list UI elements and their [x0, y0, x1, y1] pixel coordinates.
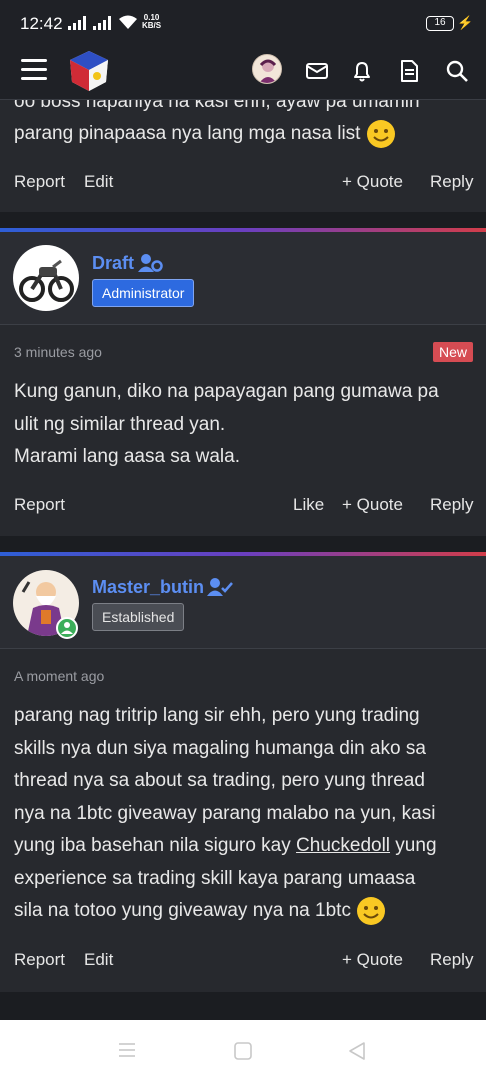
- report-button[interactable]: Report: [14, 172, 65, 192]
- reply-button[interactable]: Reply: [430, 495, 473, 515]
- report-button[interactable]: Report: [14, 495, 65, 515]
- quote-button[interactable]: + Quote: [342, 172, 403, 192]
- staff-user-icon: [138, 254, 163, 272]
- recent-apps-icon[interactable]: [118, 1042, 136, 1058]
- quote-button[interactable]: + Quote: [342, 495, 403, 515]
- smiley-emoji-icon: [357, 896, 386, 925]
- post-actions-2: Report Like + Quote Reply: [0, 491, 486, 521]
- post-header-separator: [0, 648, 486, 649]
- post-actions-3: Report Edit + Quote Reply: [0, 946, 486, 976]
- app-header: [0, 46, 486, 100]
- post-body-2: Kung ganun, diko na papayagan pang gumaw…: [14, 381, 439, 467]
- like-button[interactable]: Like: [293, 495, 324, 515]
- role-badge: Established: [92, 603, 185, 631]
- post-body-3: parang nag tritrip lang sir ehh, pero yu…: [14, 700, 476, 928]
- net-speed: 0.10 KB/S: [142, 13, 162, 30]
- username[interactable]: Master_butin: [92, 577, 204, 598]
- post-actions-1: Report Edit + Quote Reply: [0, 168, 486, 198]
- post-timestamp[interactable]: 3 minutes ago: [14, 344, 102, 360]
- search-icon[interactable]: [444, 58, 470, 84]
- edit-button[interactable]: Edit: [84, 172, 113, 192]
- reply-button[interactable]: Reply: [430, 172, 473, 192]
- post-separator: [0, 992, 486, 1020]
- post-timestamp[interactable]: A moment ago: [14, 668, 104, 684]
- post-separator: [0, 212, 486, 228]
- back-icon[interactable]: [348, 1041, 366, 1061]
- bell-icon[interactable]: [349, 58, 375, 84]
- home-icon[interactable]: [234, 1042, 252, 1060]
- document-icon[interactable]: [396, 58, 422, 84]
- role-badge: Administrator: [92, 279, 195, 307]
- mail-icon[interactable]: [304, 58, 330, 84]
- charging-icon: ⚡: [457, 15, 474, 30]
- new-badge: New: [433, 342, 473, 362]
- avatar[interactable]: [13, 245, 79, 311]
- system-nav-bar: [0, 1020, 486, 1080]
- site-logo[interactable]: [66, 48, 112, 94]
- wifi-icon: [119, 15, 137, 29]
- reply-button[interactable]: Reply: [430, 950, 473, 970]
- status-bar: 12:42 0.10 KB/S 16 ⚡: [0, 0, 486, 46]
- status-time: 12:42: [20, 14, 63, 33]
- smiley-emoji-icon: [366, 119, 395, 148]
- menu-icon[interactable]: [21, 59, 47, 81]
- user-avatar[interactable]: [252, 54, 282, 84]
- user-mention-link[interactable]: Chuckedoll: [296, 835, 390, 856]
- battery-icon: 16: [426, 16, 454, 31]
- signal-icon-1: [68, 16, 88, 30]
- post-header-separator: [0, 324, 486, 325]
- online-status-icon: [56, 617, 78, 639]
- quote-button[interactable]: + Quote: [342, 950, 403, 970]
- signal-icon-2: [93, 16, 113, 30]
- verified-user-icon: [207, 578, 233, 596]
- report-button[interactable]: Report: [14, 950, 65, 970]
- post-separator: [0, 536, 486, 552]
- edit-button[interactable]: Edit: [84, 950, 113, 970]
- username[interactable]: Draft: [92, 253, 134, 274]
